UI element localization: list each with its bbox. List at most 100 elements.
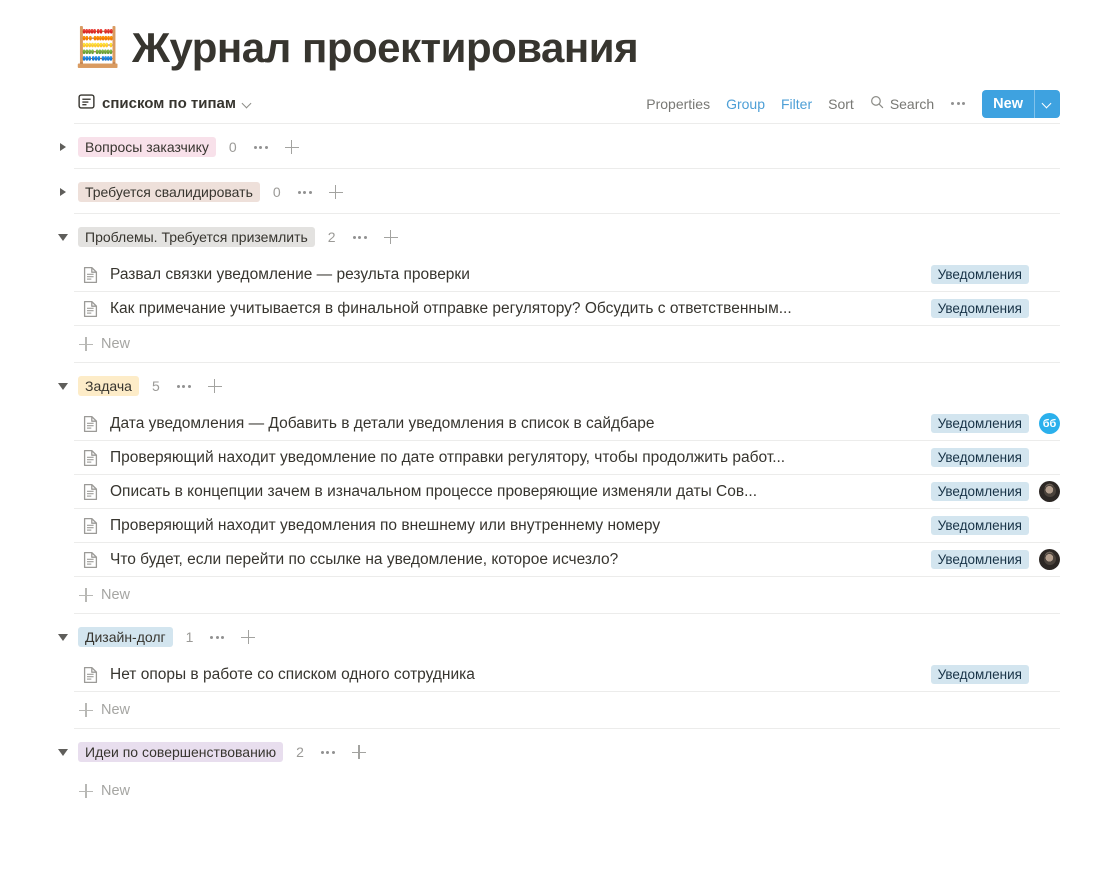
group-name-badge[interactable]: Задача <box>78 376 139 396</box>
row-properties: Уведомления <box>930 481 1060 502</box>
group-add-icon[interactable] <box>325 181 347 203</box>
table-row[interactable]: Развал связки уведомление — результа про… <box>74 258 1060 292</box>
properties-button[interactable]: Properties <box>638 92 718 116</box>
group-name-badge[interactable]: Дизайн-долг <box>78 627 173 647</box>
group-name-badge[interactable]: Проблемы. Требуется приземлить <box>78 227 315 247</box>
table-row[interactable]: Проверяющий находит уведомление по дате … <box>74 441 1060 475</box>
group-rows: Нет опоры в работе со списком одного сот… <box>74 658 1060 728</box>
avatar-placeholder <box>1039 447 1060 468</box>
group-header: Идеи по совершенствованию 2 <box>58 729 1060 773</box>
group-name-badge[interactable]: Идеи по совершенствованию <box>78 742 284 762</box>
row-title: Описать в концепции зачем в изначальном … <box>110 482 758 500</box>
status-badge[interactable]: Уведомления <box>930 665 1029 684</box>
group: Задача 5 Дата уведомления — Добавить в де… <box>58 362 1060 613</box>
row-properties: Уведомления <box>930 664 1060 685</box>
avatar[interactable] <box>1039 481 1060 502</box>
status-badge[interactable]: Уведомления <box>930 299 1029 318</box>
abacus-icon: 🧮 <box>74 27 122 69</box>
group-name-badge[interactable]: Требуется свалидировать <box>78 182 260 202</box>
group-toggle-icon[interactable] <box>54 138 72 156</box>
row-properties: Уведомления бб <box>930 413 1060 434</box>
add-new-row-button[interactable]: New <box>74 577 1060 613</box>
new-button-dropdown[interactable] <box>1034 89 1060 118</box>
group-options-icon[interactable] <box>289 183 321 202</box>
group-add-icon[interactable] <box>281 136 303 158</box>
more-options-icon[interactable] <box>942 94 974 113</box>
toolbar-actions: Properties Group Filter Sort Search New <box>638 89 1060 118</box>
page-document-icon <box>80 265 100 285</box>
page-document-icon <box>80 414 100 434</box>
notion-database-page: 🧮 Журнал проектирования списком по типам… <box>0 0 1100 883</box>
add-new-row-button[interactable]: New <box>74 773 1060 809</box>
avatar-placeholder <box>1039 298 1060 319</box>
page-document-icon <box>80 516 100 536</box>
row-properties: Уведомления <box>930 549 1060 570</box>
group-rows: New <box>74 773 1060 809</box>
row-properties: Уведомления <box>930 447 1060 468</box>
group: Идеи по совершенствованию 2 New <box>58 728 1060 809</box>
table-row[interactable]: Проверяющий находит уведомления по внешн… <box>74 509 1060 543</box>
table-row[interactable]: Что будет, если перейти по ссылке на уве… <box>74 543 1060 577</box>
group-toggle-icon[interactable] <box>54 183 72 201</box>
table-row[interactable]: Нет опоры в работе со списком одного сот… <box>74 658 1060 692</box>
group-options-icon[interactable] <box>344 228 376 247</box>
group-header: Дизайн-долг 1 <box>58 614 1060 658</box>
row-title: Что будет, если перейти по ссылке на уве… <box>110 550 619 568</box>
group-header: Вопросы заказчику 0 <box>60 124 1060 168</box>
sort-button[interactable]: Sort <box>820 92 862 116</box>
group-header: Требуется свалидировать 0 <box>60 169 1060 213</box>
page-document-icon <box>80 550 100 570</box>
group-add-icon[interactable] <box>380 226 402 248</box>
group-add-icon[interactable] <box>237 626 259 648</box>
view-name: списком по типам <box>102 95 236 112</box>
group-header: Задача 5 <box>58 363 1060 407</box>
group-count: 0 <box>228 139 237 155</box>
page-title-row: 🧮 Журнал проектирования <box>0 0 1100 78</box>
group-options-icon[interactable] <box>201 628 233 647</box>
group-options-icon[interactable] <box>245 138 277 157</box>
add-new-row-label: New <box>101 702 131 718</box>
search-button[interactable]: Search <box>862 91 942 116</box>
add-new-row-label: New <box>101 336 131 352</box>
group-button[interactable]: Group <box>718 92 773 116</box>
group-options-icon[interactable] <box>312 743 344 762</box>
status-badge[interactable]: Уведомления <box>930 516 1029 535</box>
page-document-icon <box>80 448 100 468</box>
group-name-badge[interactable]: Вопросы заказчику <box>78 137 216 157</box>
status-badge[interactable]: Уведомления <box>930 550 1029 569</box>
list-view-icon <box>78 93 95 115</box>
group: Требуется свалидировать 0 <box>60 168 1060 213</box>
table-row[interactable]: Как примечание учитывается в финальной о… <box>74 292 1060 326</box>
avatar[interactable]: бб <box>1039 413 1060 434</box>
group-toggle-icon[interactable] <box>54 228 72 246</box>
row-properties: Уведомления <box>930 264 1060 285</box>
group-toggle-icon[interactable] <box>54 743 72 761</box>
table-row[interactable]: Описать в концепции зачем в изначальном … <box>74 475 1060 509</box>
table-row[interactable]: Дата уведомления — Добавить в детали уве… <box>74 407 1060 441</box>
filter-button[interactable]: Filter <box>773 92 820 116</box>
status-badge[interactable]: Уведомления <box>930 414 1029 433</box>
group-add-icon[interactable] <box>204 375 226 397</box>
add-new-row-button[interactable]: New <box>74 692 1060 728</box>
add-new-row-button[interactable]: New <box>74 326 1060 362</box>
group-add-icon[interactable] <box>348 741 370 763</box>
row-properties: Уведомления <box>930 515 1060 536</box>
add-new-row-label: New <box>101 783 131 799</box>
avatar-placeholder <box>1039 515 1060 536</box>
status-badge[interactable]: Уведомления <box>930 448 1029 467</box>
status-badge[interactable]: Уведомления <box>930 482 1029 501</box>
group-count: 1 <box>185 629 194 645</box>
new-button[interactable]: New <box>982 89 1060 118</box>
group: Дизайн-долг 1 Нет опоры в работе со списк… <box>58 613 1060 728</box>
status-badge[interactable]: Уведомления <box>930 265 1029 284</box>
view-selector[interactable]: списком по типам <box>74 90 257 118</box>
row-title: Проверяющий находит уведомления по внешн… <box>110 516 661 534</box>
row-title: Развал связки уведомление — результа про… <box>110 265 470 283</box>
page-document-icon <box>80 665 100 685</box>
group-toggle-icon[interactable] <box>54 377 72 395</box>
group-options-icon[interactable] <box>168 377 200 396</box>
avatar[interactable] <box>1039 549 1060 570</box>
search-icon <box>870 95 884 112</box>
group-toggle-icon[interactable] <box>54 628 72 646</box>
chevron-down-icon <box>1043 99 1053 109</box>
